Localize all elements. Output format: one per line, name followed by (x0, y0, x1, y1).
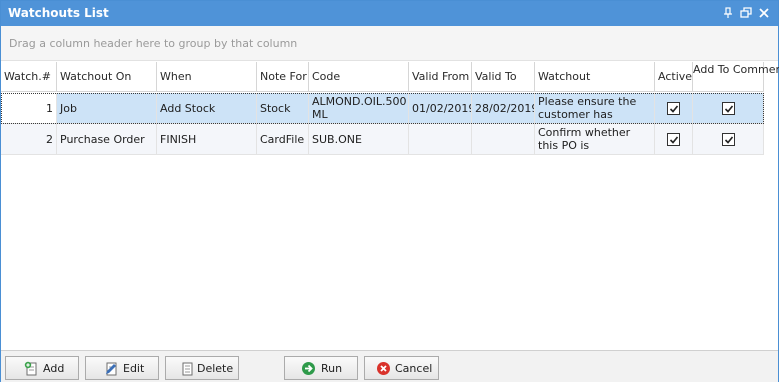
run-arrow-icon (301, 361, 316, 376)
cancel-icon (376, 361, 391, 376)
cell-code: SUB.ONE (312, 133, 362, 146)
column-header-when[interactable]: When (157, 62, 257, 92)
cell-watchout-on: Job (60, 102, 77, 115)
cell-watchout-text: Confirm whether this PO is reportable. I… (538, 126, 631, 154)
table-row[interactable]: 2 Purchase Order FINISH CardFile SUB.ONE… (1, 124, 764, 155)
cell-when: FINISH (160, 133, 197, 146)
cell-note-for: Stock (260, 102, 291, 115)
delete-icon (180, 361, 195, 376)
edit-button[interactable]: Edit (85, 356, 159, 380)
group-by-panel[interactable]: Drag a column header here to group by th… (1, 26, 778, 61)
cell-watchout-text: Please ensure the customer has ordered (538, 95, 637, 123)
pin-icon[interactable] (721, 7, 735, 21)
column-header-valid-from[interactable]: Valid From (409, 62, 472, 92)
column-header-watch-number[interactable]: Watch.# (1, 62, 57, 92)
cell-code: ALMOND.OIL.500ML (312, 95, 407, 121)
cell-valid-to: 28/02/2019 (475, 102, 535, 115)
close-icon[interactable] (757, 7, 771, 21)
run-button[interactable]: Run (284, 356, 358, 380)
watchouts-list-window: Watchouts List Drag a column header here… (0, 0, 779, 382)
add-icon (24, 361, 39, 376)
column-header-watchout[interactable]: Watchout (535, 62, 655, 92)
table-row[interactable]: 1 Job Add Stock Stock ALMOND.OIL.500ML 0… (1, 93, 764, 124)
column-header-add-to-comments[interactable]: Add To Comments (693, 62, 779, 92)
group-by-hint: Drag a column header here to group by th… (9, 37, 298, 50)
window-title: Watchouts List (8, 6, 109, 20)
active-checkbox[interactable] (667, 133, 680, 146)
column-header-active[interactable]: Active (655, 62, 693, 92)
cell-watch-number: 1 (46, 102, 53, 115)
delete-button[interactable]: Delete (165, 356, 239, 380)
add-button[interactable]: Add (5, 356, 79, 380)
edit-icon (104, 361, 119, 376)
add-to-comments-checkbox[interactable] (722, 133, 735, 146)
add-to-comments-checkbox[interactable] (722, 102, 735, 115)
cell-when: Add Stock (160, 102, 216, 115)
restore-icon[interactable] (739, 7, 753, 21)
active-checkbox[interactable] (667, 102, 680, 115)
cell-watch-number: 2 (46, 133, 53, 146)
cell-watchout-on: Purchase Order (60, 133, 145, 146)
column-header-valid-to[interactable]: Valid To (472, 62, 535, 92)
cell-valid-from: 01/02/2019 (412, 102, 472, 115)
column-header-note-for[interactable]: Note For (257, 62, 309, 92)
cell-note-for: CardFile (260, 133, 305, 146)
title-bar: Watchouts List (1, 1, 778, 26)
button-bar: Add Edit Delete Run Cancel (1, 350, 778, 382)
column-header-code[interactable]: Code (309, 62, 409, 92)
cancel-button[interactable]: Cancel (364, 356, 439, 380)
column-header-watchout-on[interactable]: Watchout On (57, 62, 157, 92)
